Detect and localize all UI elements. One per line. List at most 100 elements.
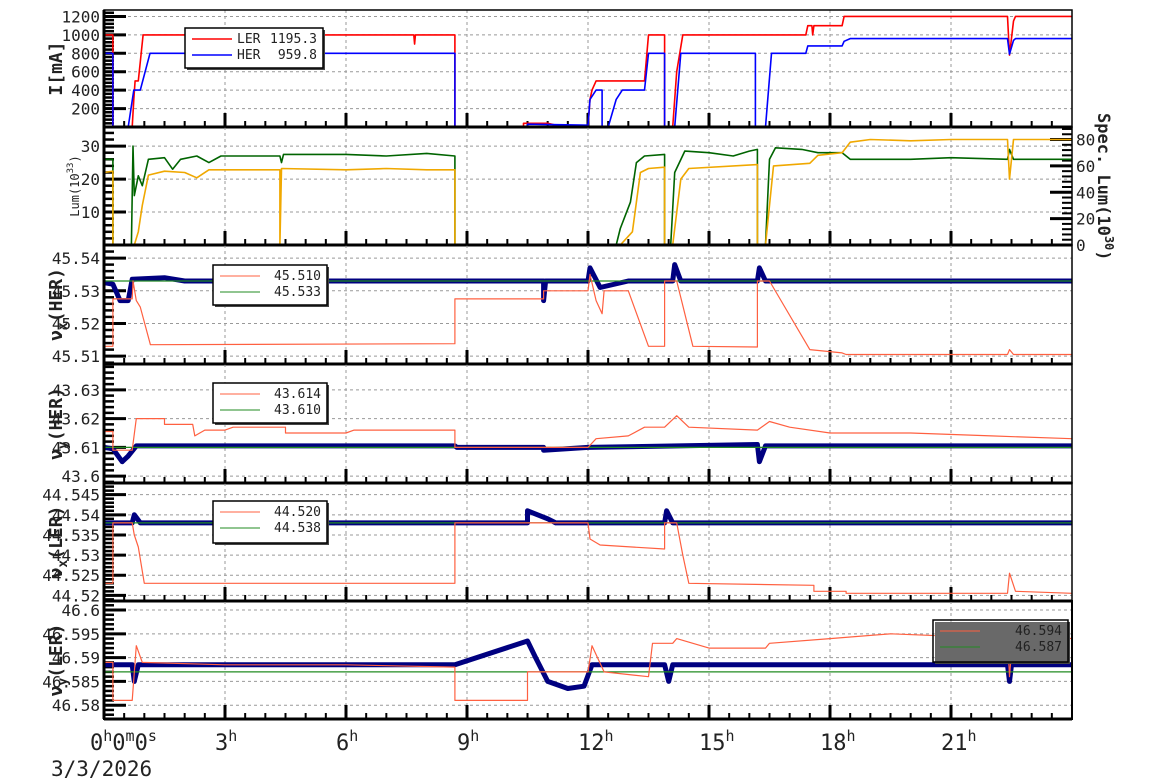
y-axis-label-main: ν: [46, 330, 67, 341]
y-tick-label: 600: [71, 63, 100, 82]
x-tick-label: 9h: [457, 727, 479, 756]
panel-luminosity: 102030020406080Spec. Lum(1030)Lum(1033): [66, 113, 1116, 261]
y-tick-label: 46.58: [52, 696, 100, 715]
legend-value: 44.520: [274, 505, 321, 520]
y-tick-label: 45.51: [52, 347, 100, 366]
right-tick-label: 60: [1076, 157, 1095, 176]
data-point: [1007, 679, 1011, 684]
legend: 45.51045.533: [212, 264, 329, 307]
data-point: [757, 265, 761, 270]
legend: 46.59446.587: [932, 619, 1070, 664]
y-tick-label: 43.6: [61, 467, 100, 486]
legend: 44.52044.538: [212, 500, 329, 545]
x-tick-value: 21: [941, 731, 968, 756]
y-axis-label: I[mA]: [46, 41, 67, 95]
legend-value: 44.538: [274, 521, 321, 536]
y-tick-label: 46.6: [61, 601, 100, 620]
y-axis-label-tail: (LER): [46, 506, 67, 560]
panel-frame: [103, 126, 1073, 246]
data-point: [526, 638, 529, 643]
right-tick-label: 80: [1076, 131, 1095, 150]
data-point: [546, 516, 550, 521]
x-tick-value: 0: [135, 731, 148, 756]
y-axis-label-sub: x: [56, 560, 71, 568]
y-axis-label-main: ν: [46, 449, 67, 460]
y-tick-label: 10: [81, 203, 100, 222]
x-tick-label: 15h: [699, 727, 735, 756]
y-axis-label-sub: x: [56, 322, 71, 330]
x-tick-label: 6h: [336, 727, 358, 756]
x-tick-unit: s: [148, 727, 157, 745]
x-tick-label: 3h: [215, 727, 237, 756]
panel-frame: [103, 600, 1073, 720]
legend-value: 46.594: [1015, 624, 1062, 639]
legend-value: 45.533: [274, 285, 321, 300]
panel-nuy-her: 43.643.6143.6243.63νy(HER) 43.61443.610: [46, 363, 1073, 486]
data-point: [588, 265, 592, 270]
right-axis-label: Spec. Lum(1030): [1093, 113, 1116, 261]
right-axis-label-main: Spec. Lum(10: [1093, 113, 1113, 236]
data-point: [665, 508, 669, 513]
data-point: [534, 655, 538, 660]
y-axis-label-main: ν: [46, 567, 67, 578]
y-axis-label-main: Lum(10: [68, 173, 82, 216]
data-point: [526, 508, 529, 513]
y-tick-label: 45.54: [52, 249, 100, 268]
y-tick-label: 1000: [61, 26, 100, 45]
y-axis-label-sup: 33: [66, 163, 76, 174]
data-point: [163, 275, 166, 280]
data-point: [663, 662, 667, 667]
tune-luminosity-timeseries-chart: 20040060080010001200I[mA]LER 1195.3HER 959…: [42, 7, 1116, 781]
y-tick-label: 44.545: [42, 486, 100, 505]
x-tick-unit: h: [968, 727, 977, 745]
legend-value: 1195.3: [270, 32, 317, 47]
y-axis-label-main: I[mA]: [46, 41, 67, 95]
data-point: [126, 453, 130, 458]
data-point: [546, 679, 550, 684]
legend-label: LER: [237, 32, 261, 47]
legend-value: 959.8: [278, 48, 317, 63]
y-axis-label: Lum(1033): [66, 155, 82, 216]
x-tick-value: 0: [112, 731, 125, 756]
x-tick-unit: h: [470, 727, 479, 745]
x-tick-label: 21h: [941, 727, 977, 756]
data-point: [136, 662, 140, 667]
data-point: [542, 448, 546, 453]
data-point: [671, 662, 675, 667]
x-tick-value: 3: [215, 731, 228, 756]
legend-label: HER: [237, 48, 261, 63]
data-point: [673, 262, 677, 267]
legend-value: 43.614: [274, 387, 321, 402]
y-tick-label: 400: [71, 81, 100, 100]
y-tick-label: 200: [71, 100, 100, 119]
right-tick-label: 20: [1076, 210, 1095, 229]
x-tick-label: 18h: [820, 727, 856, 756]
right-tick-label: 0: [1076, 236, 1086, 255]
y-tick-label: 1200: [61, 7, 100, 26]
x-tick-label: 0h0m0s: [90, 727, 157, 756]
data-point: [582, 684, 586, 689]
panel-nuy-ler: 46.5846.58546.5946.59546.6νy(LER) 46.5944…: [42, 600, 1073, 721]
y-axis-label: νx(HER): [46, 268, 71, 341]
x-tick-unit: h: [605, 727, 614, 745]
x-tick-unit: h: [349, 727, 358, 745]
y-axis-label-sub: y: [56, 441, 71, 449]
data-point: [111, 282, 115, 287]
legend: 43.61443.610: [212, 382, 329, 425]
right-axis-label-sup: 30: [1102, 236, 1116, 250]
x-tick-unit: h: [228, 727, 237, 745]
panel-nux-her: 45.5145.5245.5345.54νx(HER) 45.51045.533: [46, 244, 1073, 366]
data-point: [120, 459, 124, 464]
legend-value: 45.510: [274, 269, 321, 284]
date-label: 3/3/2026: [51, 757, 152, 781]
y-axis-label-tail: (LER): [46, 624, 67, 678]
y-axis-label-tail: (HER): [46, 268, 67, 322]
x-tick-unit: h: [726, 727, 735, 745]
y-axis-label-tail: ): [68, 155, 82, 162]
legend-value: 43.610: [274, 403, 321, 418]
x-tick-value: 6: [336, 731, 349, 756]
panel-nux-ler: 44.5244.52544.5344.53544.5444.545νx(LER)…: [42, 482, 1073, 605]
right-tick-label: 40: [1076, 183, 1095, 202]
y-axis-label-tail: (HER): [46, 387, 67, 441]
y-tick-label: 30: [81, 137, 100, 156]
